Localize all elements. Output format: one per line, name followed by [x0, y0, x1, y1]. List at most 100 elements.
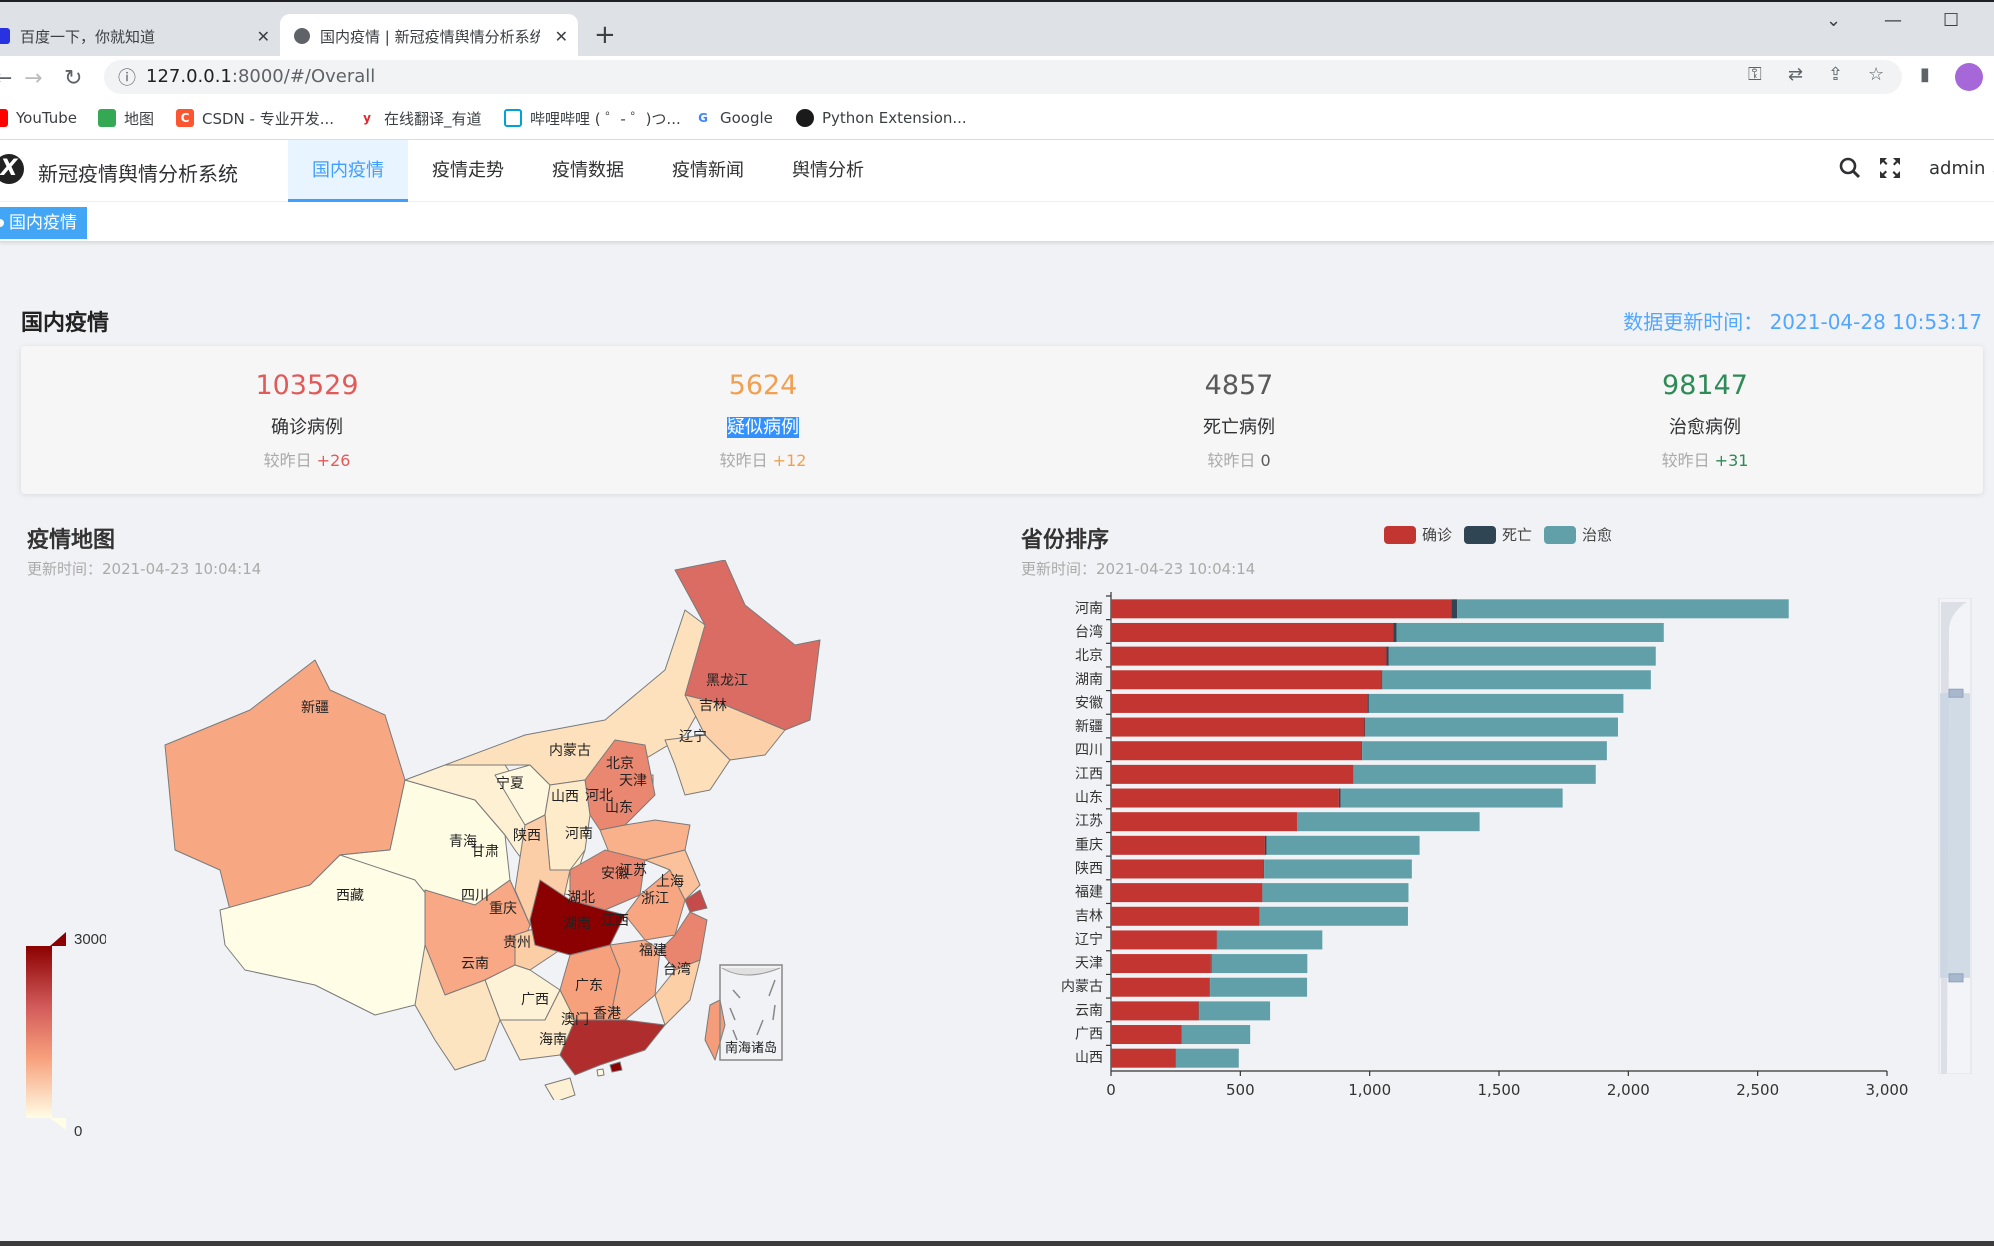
bar-deaths[interactable] [1259, 906, 1260, 926]
bar-confirmed[interactable] [1111, 599, 1452, 619]
province-region[interactable] [704, 999, 726, 1061]
bar-confirmed[interactable] [1111, 906, 1260, 926]
bar-cured[interactable] [1388, 646, 1656, 666]
translate-icon[interactable]: ⇄ [1788, 64, 1803, 85]
bookmark-youdao[interactable]: y 在线翻译_有道 [358, 104, 481, 132]
share-icon[interactable]: ⇪ [1828, 64, 1843, 85]
bar-cured[interactable] [1382, 670, 1651, 690]
legend-item-cured[interactable]: 治愈 [1544, 524, 1612, 545]
info-icon[interactable]: ⓘ [118, 64, 136, 90]
bar-confirmed[interactable] [1111, 764, 1354, 784]
menu-item-trend[interactable]: 疫情走势 [408, 140, 528, 202]
bar-confirmed[interactable] [1111, 670, 1382, 690]
menu-item-data[interactable]: 疫情数据 [528, 140, 648, 202]
maximize-icon[interactable]: ☐ [1943, 10, 1959, 31]
bar-confirmed[interactable] [1111, 622, 1394, 642]
bar-cured[interactable] [1262, 883, 1409, 903]
minimize-icon[interactable]: — [1884, 10, 1902, 31]
province-region[interactable] [609, 1061, 623, 1073]
bar-cured[interactable] [1175, 1048, 1239, 1068]
bar-confirmed[interactable] [1111, 717, 1365, 737]
bar-cured[interactable] [1264, 859, 1412, 879]
bar-confirmed[interactable] [1111, 741, 1362, 761]
bar-cured[interactable] [1266, 835, 1420, 855]
bookmark-python-extension[interactable]: Python Extension... [796, 104, 967, 132]
bar-confirmed[interactable] [1111, 788, 1339, 808]
bar-deaths[interactable] [1210, 954, 1212, 974]
bar-deaths[interactable] [1264, 835, 1267, 855]
menu-item-domestic[interactable]: 国内疫情 [288, 140, 408, 202]
close-tab-icon[interactable]: ✕ [257, 27, 270, 46]
new-tab-button[interactable]: + [594, 20, 616, 50]
bar-deaths[interactable] [1381, 670, 1383, 690]
app-logo-icon[interactable]: X [0, 154, 24, 184]
bookmark-maps[interactable]: 地图 [98, 104, 154, 132]
fullscreen-icon[interactable] [1878, 156, 1902, 186]
bar-deaths[interactable] [1393, 622, 1397, 642]
forward-icon[interactable]: → [24, 66, 42, 91]
bookmark-youtube[interactable]: YouTube [0, 104, 77, 132]
back-icon[interactable]: ← [0, 66, 12, 91]
bar-deaths[interactable] [1263, 859, 1265, 879]
bookmark-csdn[interactable]: C CSDN - 专业开发... [176, 104, 334, 132]
bar-cured[interactable] [1457, 599, 1789, 619]
bar-cured[interactable] [1296, 812, 1480, 832]
key-icon[interactable]: ⚿ [1748, 64, 1762, 85]
legend-item-deaths[interactable]: 死亡 [1464, 524, 1532, 545]
bar-deaths[interactable] [1451, 599, 1458, 619]
visual-map-top-handle[interactable] [50, 932, 66, 946]
browser-tab-baidu[interactable]: 百度一下，你就知道 ✕ [0, 14, 280, 58]
bar-cured[interactable] [1353, 764, 1596, 784]
bar-confirmed[interactable] [1111, 693, 1368, 713]
bar-cured[interactable] [1211, 954, 1308, 974]
user-menu[interactable]: admin ⌄ [1929, 158, 1994, 179]
close-tab-icon[interactable]: ✕ [555, 27, 568, 46]
bar-deaths[interactable] [1364, 717, 1366, 737]
bar-confirmed[interactable] [1111, 954, 1211, 974]
bar-deaths[interactable] [1181, 1025, 1182, 1045]
bar-cured[interactable] [1181, 1025, 1251, 1045]
side-panel-icon[interactable]: ▮ [1920, 64, 1930, 85]
visual-map-bottom-handle[interactable] [50, 1118, 66, 1130]
tab-search-chevron-icon[interactable]: ⌄ [1826, 10, 1841, 31]
legend-item-confirmed[interactable]: 确诊 [1384, 524, 1452, 545]
bar-deaths[interactable] [1386, 646, 1389, 666]
bar-cured[interactable] [1340, 788, 1563, 808]
bookmark-star-icon[interactable]: ☆ [1868, 64, 1884, 85]
bar-confirmed[interactable] [1111, 977, 1210, 997]
datazoom-slider[interactable] [1937, 598, 1973, 1074]
province-region[interactable] [544, 1077, 576, 1100]
bar-cured[interactable] [1259, 906, 1408, 926]
bookmark-google[interactable]: G Google [694, 104, 773, 132]
visual-map-legend[interactable]: 3000 0 [26, 932, 106, 1142]
bar-confirmed[interactable] [1111, 812, 1297, 832]
bar-confirmed[interactable] [1111, 859, 1264, 879]
url-text[interactable]: 127.0.0.1:8000/#/Overall [146, 64, 375, 90]
datazoom-bottom-handle[interactable] [1948, 973, 1964, 983]
province-region[interactable] [596, 1068, 605, 1077]
datazoom-top-handle[interactable] [1948, 688, 1964, 698]
bar-cured[interactable] [1199, 1001, 1271, 1021]
reload-icon[interactable]: ↻ [64, 66, 82, 91]
bar-confirmed[interactable] [1111, 835, 1265, 855]
bar-cured[interactable] [1365, 717, 1618, 737]
bar-confirmed[interactable] [1111, 1001, 1199, 1021]
bar-cured[interactable] [1396, 622, 1664, 642]
bar-cured[interactable] [1210, 977, 1308, 997]
datazoom-window[interactable] [1940, 693, 1970, 978]
bar-confirmed[interactable] [1111, 883, 1263, 903]
bar-confirmed[interactable] [1111, 1025, 1182, 1045]
bar-deaths[interactable] [1367, 693, 1369, 713]
bar-cured[interactable] [1368, 693, 1624, 713]
bar-deaths[interactable] [1361, 741, 1363, 761]
tag-domestic[interactable]: 国内疫情 [0, 207, 87, 239]
bar-confirmed[interactable] [1111, 930, 1217, 950]
menu-item-news[interactable]: 疫情新闻 [648, 140, 768, 202]
bar-confirmed[interactable] [1111, 1048, 1176, 1068]
menu-item-sentiment[interactable]: 舆情分析 [768, 140, 888, 202]
bar-deaths[interactable] [1216, 930, 1218, 950]
search-icon[interactable] [1838, 156, 1862, 186]
bar-deaths[interactable] [1198, 1001, 1200, 1021]
bar-cured[interactable] [1362, 741, 1607, 761]
bar-cured[interactable] [1217, 930, 1323, 950]
